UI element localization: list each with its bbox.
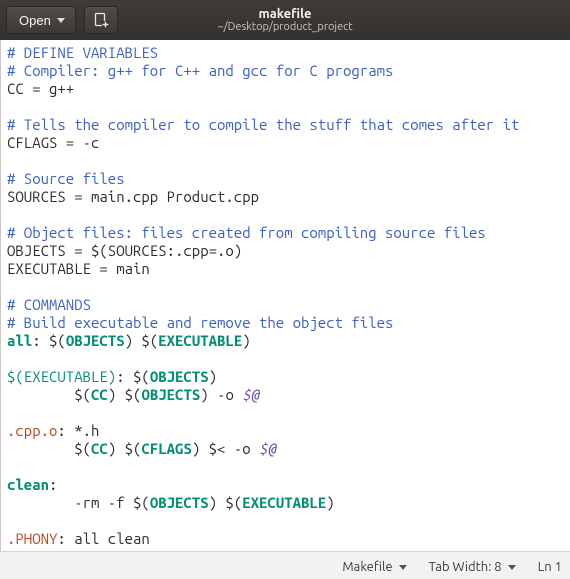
editor-line: clean: bbox=[7, 476, 564, 494]
editor-line: $(EXECUTABLE): $(OBJECTS) bbox=[7, 368, 564, 386]
status-tab-width[interactable]: Tab Width: 8 bbox=[429, 560, 516, 574]
editor-line bbox=[7, 278, 564, 296]
editor-line bbox=[7, 458, 564, 476]
editor-line bbox=[7, 98, 564, 116]
editor-line bbox=[7, 350, 564, 368]
editor-line: -rm -f $(OBJECTS) $(EXECUTABLE) bbox=[7, 494, 564, 512]
editor-line: CC = g++ bbox=[7, 80, 564, 98]
status-tab-width-label: Tab Width: 8 bbox=[429, 560, 502, 574]
header-bar: Open makefile ~/Desktop/product_project bbox=[0, 0, 570, 40]
editor-line: .PHONY: all clean bbox=[7, 530, 564, 548]
status-filetype-label: Makefile bbox=[342, 560, 392, 574]
editor-line: # Object files: files created from compi… bbox=[7, 224, 564, 242]
editor-line: $(CC) $(OBJECTS) -o $@ bbox=[7, 386, 564, 404]
editor-line: .cpp.o: *.h bbox=[7, 422, 564, 440]
status-cursor-position: Ln 1 bbox=[538, 560, 562, 574]
editor-line: OBJECTS = $(SOURCES:.cpp=.o) bbox=[7, 242, 564, 260]
new-document-button[interactable] bbox=[84, 6, 118, 34]
editor-line: # Tells the compiler to compile the stuf… bbox=[7, 116, 564, 134]
editor-line bbox=[7, 404, 564, 422]
status-cursor-position-label: Ln 1 bbox=[538, 560, 562, 574]
status-filetype[interactable]: Makefile bbox=[342, 560, 406, 574]
editor-line bbox=[7, 206, 564, 224]
editor-area[interactable]: # DEFINE VARIABLES# Compiler: g++ for C+… bbox=[0, 40, 570, 551]
editor-line: $(CC) $(CFLAGS) $< -o $@ bbox=[7, 440, 564, 458]
chevron-down-icon bbox=[508, 565, 516, 570]
editor-line bbox=[7, 512, 564, 530]
editor-line: # Source files bbox=[7, 170, 564, 188]
editor-line: EXECUTABLE = main bbox=[7, 260, 564, 278]
open-button[interactable]: Open bbox=[6, 6, 76, 34]
editor-line: # Build executable and remove the object… bbox=[7, 314, 564, 332]
editor-line: all: $(OBJECTS) $(EXECUTABLE) bbox=[7, 332, 564, 350]
chevron-down-icon bbox=[399, 565, 407, 570]
open-button-label: Open bbox=[19, 13, 51, 28]
chevron-down-icon bbox=[57, 18, 65, 23]
editor-line: # COMMANDS bbox=[7, 296, 564, 314]
editor-line bbox=[7, 152, 564, 170]
editor-line: # Compiler: g++ for C++ and gcc for C pr… bbox=[7, 62, 564, 80]
editor-line: # DEFINE VARIABLES bbox=[7, 44, 564, 62]
new-document-icon bbox=[93, 12, 109, 28]
editor-line: SOURCES = main.cpp Product.cpp bbox=[7, 188, 564, 206]
editor-line: CFLAGS = -c bbox=[7, 134, 564, 152]
status-bar: Makefile Tab Width: 8 Ln 1 bbox=[0, 551, 570, 579]
